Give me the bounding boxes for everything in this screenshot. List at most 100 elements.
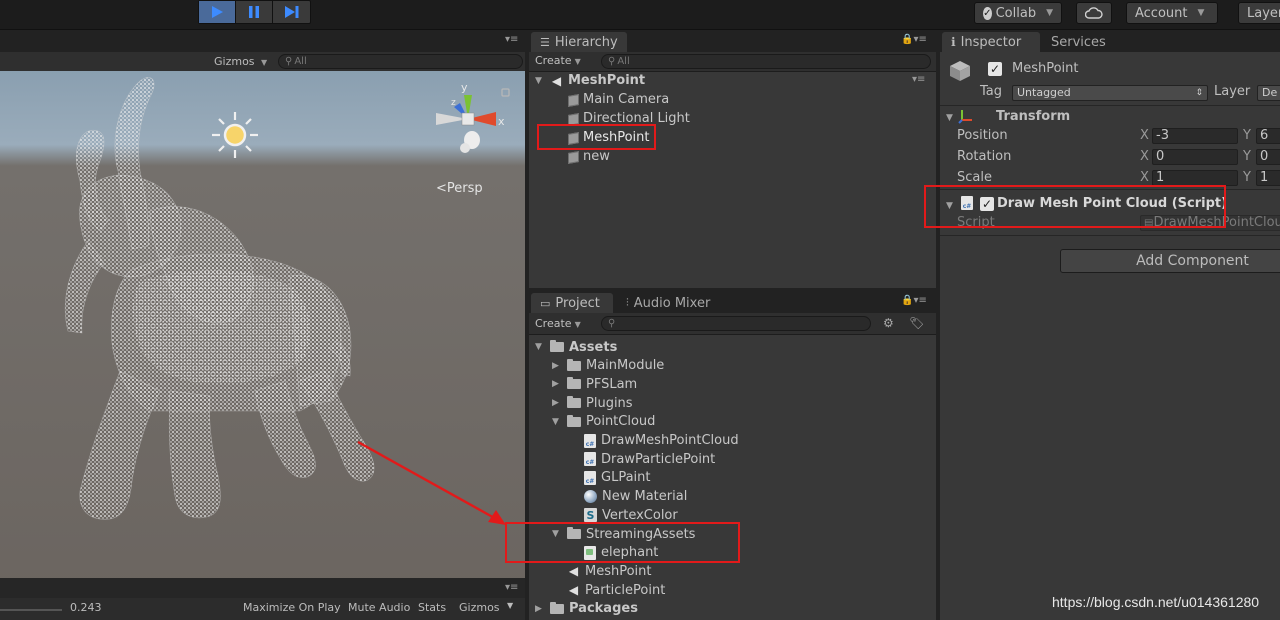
panel-menu-icon[interactable]: 🔒▾≡ bbox=[901, 34, 927, 45]
folder-icon bbox=[550, 601, 564, 614]
panel-menu-icon[interactable]: 🔒▾≡ bbox=[901, 295, 927, 306]
hierarchy-item-main-camera[interactable]: Main Camera bbox=[567, 90, 669, 109]
layer-dropdown[interactable]: De bbox=[1257, 85, 1280, 101]
search-icon: ⚲ bbox=[285, 56, 293, 67]
project-tree-item[interactable]: ◀ ParticlePoint bbox=[552, 581, 665, 599]
scene-orientation-gizmo[interactable]: y x z bbox=[424, 77, 514, 172]
rotation-y-field[interactable]: 0 bbox=[1256, 149, 1280, 165]
search-icon: ⚲ bbox=[608, 56, 616, 67]
position-y-field[interactable]: 6 bbox=[1256, 128, 1280, 144]
active-checkbox[interactable]: ✓ bbox=[988, 62, 1002, 76]
game-gizmos-button[interactable]: Gizmos bbox=[459, 601, 500, 614]
persp-label: Persp bbox=[446, 181, 483, 196]
collab-button[interactable]: ✓ Collab ▼ bbox=[974, 2, 1062, 24]
chevron-down-icon[interactable]: ▼ bbox=[507, 601, 513, 610]
expand-triangle-icon[interactable]: ▼ bbox=[946, 113, 956, 123]
tag-dropdown[interactable]: Untagged ⇕ bbox=[1012, 85, 1208, 101]
main-toolbar: ✓ Collab ▼ Account ▼ Layer bbox=[0, 0, 1280, 30]
chevron-down-icon: ▼ bbox=[574, 57, 581, 66]
expand-triangle-icon[interactable]: ▼ bbox=[552, 417, 562, 427]
pause-button[interactable] bbox=[236, 1, 273, 23]
project-tree-item-label: Plugins bbox=[586, 395, 633, 411]
scene-search-input[interactable]: ⚲ All bbox=[278, 54, 523, 69]
tab-services[interactable]: Services bbox=[1042, 32, 1115, 52]
chevron-down-icon: ▼ bbox=[1046, 8, 1053, 18]
divider bbox=[940, 235, 1280, 236]
object-name-field[interactable]: MeshPoint bbox=[1012, 61, 1079, 76]
filter-by-label-icon[interactable]: 🏷 bbox=[909, 316, 924, 330]
collapsed-triangle-icon[interactable]: ▶ bbox=[552, 398, 562, 408]
stats-button[interactable]: Stats bbox=[418, 601, 446, 614]
collapsed-triangle-icon[interactable]: ▶ bbox=[552, 379, 562, 389]
project-tree-item[interactable]: ▶ Plugins bbox=[552, 394, 633, 412]
cloud-button[interactable] bbox=[1076, 2, 1112, 24]
hierarchy-search-input[interactable]: ⚲ All bbox=[601, 54, 931, 69]
filter-by-type-icon[interactable]: ⚙ bbox=[883, 316, 894, 330]
position-x-field[interactable]: -3 bbox=[1152, 128, 1238, 144]
project-tree-item[interactable]: ▶ PFSLam bbox=[552, 375, 637, 393]
audio-mixer-tab-label: Audio Mixer bbox=[633, 295, 711, 311]
project-tree-item-label: MainModule bbox=[586, 358, 665, 374]
transform-header[interactable]: Transform bbox=[996, 109, 1070, 124]
project-tab-label: Project bbox=[555, 295, 600, 311]
project-tree-item[interactable]: New Material bbox=[569, 488, 687, 506]
inspector-panel: ℹ Inspector Services ✓ MeshPoint Tag Unt… bbox=[940, 30, 1280, 620]
add-component-button[interactable]: Add Component bbox=[1060, 249, 1280, 273]
project-create-button[interactable]: Create ▼ bbox=[535, 317, 581, 330]
account-dropdown[interactable]: Account ▼ bbox=[1126, 2, 1218, 24]
project-tree-item[interactable]: ◀ MeshPoint bbox=[552, 562, 652, 580]
project-tree-item[interactable]: c# DrawParticlePoint bbox=[569, 450, 715, 468]
maximize-on-play-button[interactable]: Maximize On Play bbox=[243, 601, 341, 614]
gizmos-dropdown[interactable]: Gizmos ▼ bbox=[214, 55, 267, 68]
game-tabbar: ▾≡ bbox=[0, 578, 525, 598]
highlight-box-hierarchy-meshpoint bbox=[537, 124, 656, 150]
rotation-x-field[interactable]: 0 bbox=[1152, 149, 1238, 165]
project-tree-item[interactable]: c# DrawMeshPointCloud bbox=[569, 432, 739, 450]
lock-icon bbox=[501, 88, 510, 97]
scene-menu-icon[interactable]: ▾≡ bbox=[912, 74, 925, 85]
highlight-box-script-component bbox=[924, 185, 1226, 228]
project-tree-item[interactable]: ▶ MainModule bbox=[552, 357, 664, 375]
scale-x-field[interactable]: 1 bbox=[1152, 170, 1238, 186]
list-icon: ☰ bbox=[540, 35, 550, 49]
project-tree-item-label: PointCloud bbox=[586, 414, 656, 430]
divider bbox=[940, 105, 1280, 106]
tab-audio-mixer[interactable]: ⫶ Audio Mixer bbox=[617, 293, 719, 313]
project-tree-item[interactable]: c# GLPaint bbox=[569, 469, 651, 487]
collapsed-triangle-icon[interactable]: ▶ bbox=[535, 604, 545, 614]
project-tree-item[interactable]: ▼ Assets bbox=[535, 338, 617, 356]
expand-triangle-icon[interactable]: ▼ bbox=[535, 342, 545, 352]
collapsed-triangle-icon[interactable]: ▶ bbox=[552, 361, 562, 371]
folder-icon: ▭ bbox=[540, 296, 551, 310]
scale-y-field[interactable]: 1 bbox=[1256, 170, 1280, 186]
hierarchy-create-button[interactable]: Create ▼ bbox=[535, 54, 581, 67]
scene-root-row[interactable]: ▼ ◀ MeshPoint bbox=[535, 71, 645, 90]
axis-y-label: y bbox=[461, 81, 468, 94]
step-button[interactable] bbox=[273, 1, 310, 23]
step-icon bbox=[284, 6, 298, 18]
project-tree-item[interactable]: ▶ Packages bbox=[535, 600, 638, 618]
expand-triangle-icon[interactable]: ▼ bbox=[535, 76, 545, 86]
scale-slider[interactable] bbox=[0, 609, 62, 611]
csharp-script-icon: c# bbox=[584, 470, 596, 485]
project-tree-item[interactable]: ▼ PointCloud bbox=[552, 413, 655, 431]
panel-menu-icon[interactable]: ▾≡ bbox=[505, 582, 518, 593]
project-search-input[interactable]: ⚲ bbox=[601, 316, 871, 331]
tab-project[interactable]: ▭ Project bbox=[531, 293, 613, 313]
mute-audio-button[interactable]: Mute Audio bbox=[348, 601, 410, 614]
gameobject-cube-icon bbox=[567, 113, 578, 124]
play-button[interactable] bbox=[199, 1, 236, 23]
tab-inspector[interactable]: ℹ Inspector bbox=[942, 32, 1040, 52]
folder-icon bbox=[567, 414, 581, 427]
layers-dropdown[interactable]: Layer bbox=[1238, 2, 1280, 24]
services-tab-label: Services bbox=[1051, 34, 1106, 50]
csharp-script-icon: c# bbox=[584, 452, 596, 467]
search-icon: ⚲ bbox=[608, 318, 616, 329]
tab-hierarchy[interactable]: ☰ Hierarchy bbox=[531, 32, 627, 52]
layer-value: De bbox=[1262, 86, 1278, 99]
add-component-label: Add Component bbox=[1136, 253, 1249, 269]
project-panel: ▭ Project ⫶ Audio Mixer 🔒▾≡ Create ▼ ⚲ ⚙ … bbox=[529, 291, 936, 620]
panel-menu-icon[interactable]: ▾≡ bbox=[505, 34, 518, 45]
axis-x-label: x bbox=[498, 115, 505, 128]
projection-toggle[interactable]: <Persp bbox=[436, 181, 483, 196]
